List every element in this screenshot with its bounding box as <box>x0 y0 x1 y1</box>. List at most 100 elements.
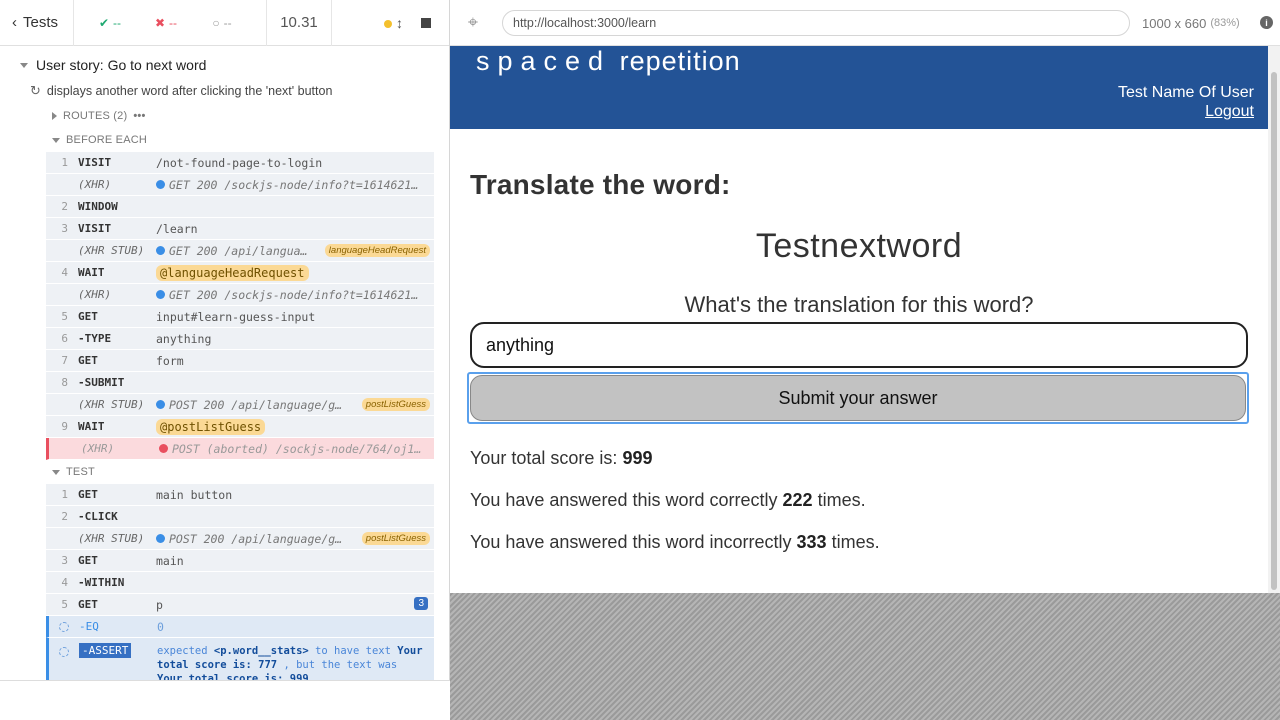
viewport-info[interactable]: 1000 x 660 (83%) <box>1142 0 1240 46</box>
auto-scroll-button[interactable]: ↕ <box>384 15 403 31</box>
viewport-size: 1000 x 660 <box>1142 15 1207 31</box>
scrollbar-thumb[interactable] <box>1271 72 1277 590</box>
command-number: 7 <box>61 354 68 367</box>
command-row-aborted[interactable]: (XHR) POST (aborted) /sockjs-node/764/oj1… <box>46 438 434 460</box>
command-message: form <box>156 353 184 368</box>
site-title-repetition: repetition <box>619 46 741 76</box>
command-number: 8 <box>61 376 68 389</box>
failed-count: ✖ -- <box>138 0 194 46</box>
assert-selector: <p.word__stats> <box>213 645 309 657</box>
command-name: -EQ <box>79 620 99 633</box>
command-row[interactable]: (XHR) GET 200 /sockjs-node/info?t=1614621… <box>46 174 434 196</box>
xhr-status-dot-icon <box>156 534 165 543</box>
command-name: WAIT <box>78 420 105 433</box>
command-message: @languageHeadRequest <box>156 264 434 281</box>
command-row[interactable]: 8 -SUBMIT <box>46 372 434 394</box>
suite-title[interactable]: User story: Go to next word <box>0 52 449 78</box>
url-input[interactable]: http://localhost:3000/learn <box>502 10 1130 36</box>
command-name: GET <box>78 598 98 611</box>
command-number: 1 <box>61 156 68 169</box>
command-row[interactable]: 5 GET input#learn-guess-input <box>46 306 434 328</box>
xhr-status-dot-icon <box>156 290 165 299</box>
command-row[interactable]: 3 GET main <box>46 550 434 572</box>
command-row[interactable]: 7 GET form <box>46 350 434 372</box>
command-name: VISIT <box>78 222 112 235</box>
info-icon[interactable]: i <box>1260 16 1273 29</box>
command-name: -TYPE <box>78 332 112 345</box>
command-name: GET <box>78 354 98 367</box>
logout-link[interactable]: Logout <box>1205 103 1254 121</box>
stop-button[interactable] <box>421 17 431 28</box>
command-row[interactable]: 3 VISIT/learn <box>46 218 434 240</box>
command-row[interactable]: (XHR STUB) POST 200 /api/language/g… postL… <box>46 528 434 550</box>
xhr-status-dot-icon <box>156 400 165 409</box>
test-label: TEST <box>66 466 95 478</box>
before-each-commands: 1 VISIT/not-found-page-to-login (XHR) GET … <box>46 152 434 460</box>
site-title[interactable]: spaced repetition <box>476 46 741 77</box>
xhr-text: GET 200 /sockjs-node/info?t=1614621… <box>169 177 419 192</box>
command-row-pending[interactable]: -EQ 0 <box>46 616 434 638</box>
xhr-text: GET 200 /api/langua… <box>169 243 308 258</box>
pending-value: -- <box>223 15 232 30</box>
command-row[interactable]: 4 -WITHIN <box>46 572 434 594</box>
xhr-status-dot-icon <box>156 246 165 255</box>
command-name: (XHR) <box>78 288 112 301</box>
refresh-icon: ↻ <box>30 83 41 98</box>
command-row[interactable]: 5 GET p 3 <box>46 594 434 616</box>
command-number: 5 <box>61 310 68 323</box>
tests-label: Tests <box>23 14 59 31</box>
incorrect-value: 333 <box>796 532 827 552</box>
command-name: WAIT <box>78 266 105 279</box>
app-iframe: spaced repetition Test Name Of User Logo… <box>450 46 1268 593</box>
learning-main: Translate the word: Testnextword What's … <box>450 169 1268 553</box>
incorrect-label: You have answered this word incorrectly <box>470 532 792 552</box>
failed-value: -- <box>169 15 178 30</box>
command-row[interactable]: 1 GET main button <box>46 484 434 506</box>
submit-answer-button[interactable]: Submit your answer <box>470 375 1246 421</box>
incorrect-count: You have answered this word incorrectly … <box>470 532 1248 553</box>
command-row[interactable]: 4 WAIT @languageHeadRequest <box>46 262 434 284</box>
assert-text: , but the text was <box>283 659 398 671</box>
command-row[interactable]: 2 WINDOW <box>46 196 434 218</box>
selector-playground-button[interactable]: ⌖ <box>450 0 496 46</box>
correct-label: You have answered this word correctly <box>470 490 778 510</box>
command-message: GET 200 /api/langua… languageHeadRequest <box>156 244 434 258</box>
guess-label: What's the translation for this word? <box>684 292 1034 317</box>
command-message: 0 <box>157 619 164 634</box>
command-number: 4 <box>61 266 68 279</box>
routes-header[interactable]: ROUTES (2) ••• <box>0 104 449 128</box>
score-value: 999 <box>622 448 653 468</box>
learn-guess-input[interactable]: anything <box>470 322 1248 368</box>
passed-value: -- <box>113 15 122 30</box>
command-row[interactable]: (XHR STUB) GET 200 /api/langua… languageHe… <box>46 240 434 262</box>
assert-text: to have text <box>315 645 391 657</box>
current-word: Testnextword <box>755 227 963 265</box>
command-message: @postListGuess <box>156 418 434 435</box>
test-title[interactable]: ↻ displays another word after clicking t… <box>0 78 449 104</box>
command-number: 9 <box>61 420 68 433</box>
command-number: 2 <box>61 200 68 213</box>
incorrect-suffix: times. <box>831 532 880 552</box>
command-row[interactable]: 2 -CLICK <box>46 506 434 528</box>
command-row[interactable]: (XHR) GET 200 /sockjs-node/info?t=1614621… <box>46 284 434 306</box>
command-message: POST 200 /api/language/g… postListGuess <box>156 532 434 546</box>
command-name: VISIT <box>78 156 112 169</box>
command-number: 6 <box>61 332 68 345</box>
before-each-header[interactable]: BEFORE EACH <box>0 128 449 152</box>
tests-button[interactable]: ‹ Tests <box>0 0 74 46</box>
command-message: main button <box>156 487 233 502</box>
command-message: input#learn-guess-input <box>156 309 316 324</box>
command-row[interactable]: 9 WAIT @postListGuess <box>46 416 434 438</box>
alias-badge: languageHeadRequest <box>324 244 430 257</box>
test-body-header[interactable]: TEST <box>0 460 449 484</box>
command-name: (XHR STUB) <box>78 532 145 545</box>
command-row[interactable]: 1 VISIT/not-found-page-to-login <box>46 152 434 174</box>
correct-suffix: times. <box>817 490 866 510</box>
suite-runnables: User story: Go to next word ↻ displays a… <box>0 46 449 698</box>
command-row[interactable]: 6 -TYPE anything <box>46 328 434 350</box>
run-controls: ↕ <box>332 0 449 46</box>
iframe-scrollbar[interactable] <box>1268 46 1280 593</box>
command-row[interactable]: (XHR STUB) POST 200 /api/language/g… postL… <box>46 394 434 416</box>
routes-label: ROUTES (2) <box>63 110 128 122</box>
running-indicator-icon <box>384 19 393 28</box>
